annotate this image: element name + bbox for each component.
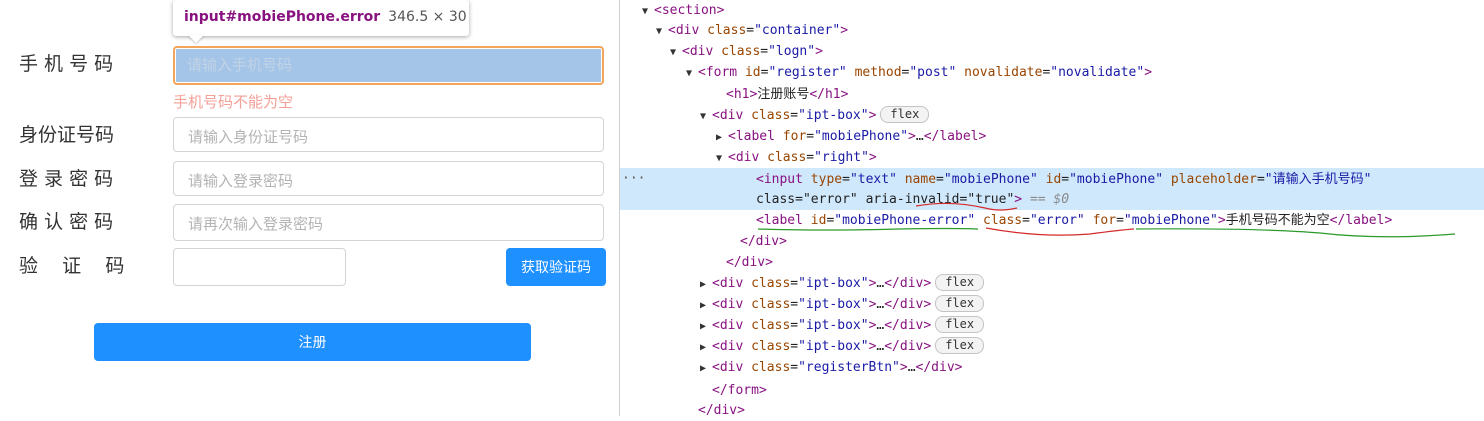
devtools-elements-panel: ··· ▼ <section> ▼ <div class="container"> ▼ <… xyxy=(620,0,1484,418)
mobile-input[interactable]: 请输入手机号码 xyxy=(173,46,604,85)
code-label: 验 证 码 xyxy=(19,255,125,277)
green-underline-label-for xyxy=(1135,228,1456,238)
get-code-button[interactable]: 获取验证码 xyxy=(506,248,606,286)
password-placeholder: 请输入登录密码 xyxy=(188,172,294,190)
tooltip-arrow xyxy=(188,35,204,43)
confirm-password-label: 确 认 密 码 xyxy=(19,211,114,233)
annotation-marks xyxy=(757,202,1456,238)
id-number-label: 身份证号码 xyxy=(19,124,115,146)
verification-code-input[interactable] xyxy=(173,248,346,286)
confirm-password-input[interactable]: 请再次输入登录密码 xyxy=(173,204,604,241)
id-number-input[interactable]: 请输入身份证号码 xyxy=(173,117,604,152)
register-button[interactable]: 注册 xyxy=(94,323,531,361)
mobile-placeholder: 请输入手机号码 xyxy=(187,56,293,74)
mobile-error-message: 手机号码不能为空 xyxy=(173,93,294,111)
green-underline-label-id xyxy=(757,227,979,231)
inspector-tooltip: input#mobiePhone.error 346.5 × 30 xyxy=(173,0,469,36)
tooltip-selector: input#mobiePhone.error xyxy=(184,9,381,25)
password-label: 登 录 密 码 xyxy=(19,168,114,190)
rendered-page: 手 机 号 码 请输入手机号码 手机号码不能为空 身份证号码 请输入身份证号码 … xyxy=(0,0,619,416)
red-underline-label-class xyxy=(985,227,1135,236)
mobile-label: 手 机 号 码 xyxy=(19,53,114,75)
red-underline-class-error xyxy=(915,202,1018,211)
password-input[interactable]: 请输入登录密码 xyxy=(173,161,604,196)
id-number-placeholder: 请输入身份证号码 xyxy=(188,128,309,146)
confirm-password-placeholder: 请再次输入登录密码 xyxy=(188,215,324,233)
tooltip-dimensions: 346.5 × 30 xyxy=(388,9,467,25)
